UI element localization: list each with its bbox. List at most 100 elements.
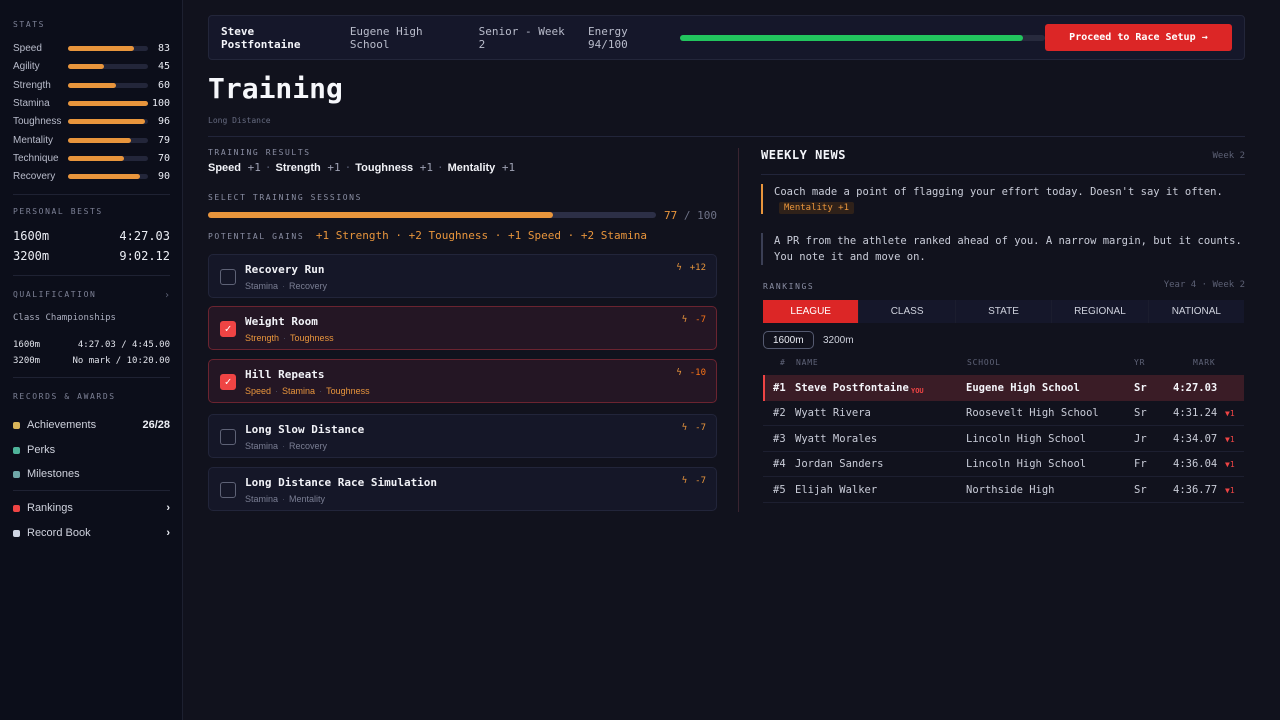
stat-row-recovery: Recovery 90 (13, 169, 170, 183)
column-header-school: SCHOOL (967, 358, 1001, 367)
gain-separator: · (494, 229, 508, 242)
header-divider (208, 136, 1245, 137)
gain-separator: · (567, 229, 581, 242)
stat-name: Toughness (13, 115, 62, 127)
table-row[interactable]: #5 Elijah Walker Northside High Sr 4:36.77 ▼1 (763, 477, 1244, 503)
sidebar-divider (13, 490, 170, 491)
tag-separator: · (283, 333, 287, 343)
rank-number: #3 (773, 433, 786, 445)
stat-value: 60 (157, 79, 170, 91)
session-tags: Speed · Stamina · Toughness (245, 386, 370, 396)
session-checkbox[interactable] (220, 482, 236, 498)
tab-class[interactable]: CLASS (859, 300, 955, 323)
tab-league[interactable]: LEAGUE (763, 300, 859, 323)
column-header-name: NAME (796, 358, 819, 367)
bolt-icon: ϟ (681, 423, 688, 433)
sidebar-item-milestones[interactable]: Milestones (13, 466, 170, 482)
qualification-header[interactable]: QUALIFICATION › (13, 290, 170, 301)
session-checkbox[interactable] (220, 269, 236, 285)
session-card[interactable]: Recovery Run Stamina · Recovery ϟ +12 (208, 254, 717, 298)
rankings-icon (13, 504, 20, 512)
session-checkbox[interactable]: ✓ (220, 321, 236, 337)
qualification-heading: QUALIFICATION (13, 290, 97, 299)
sidebar: STATS Speed 83 Agility 45 Strength 60 Stamina 1… (0, 0, 183, 720)
sidebar-item-achievements[interactable]: Achievements 26/28 (13, 417, 170, 433)
stat-bar (68, 63, 148, 69)
qualification-event: Class Championships (13, 313, 116, 323)
session-cost: ϟ -7 (682, 476, 706, 486)
weekly-news-title: WEEKLY NEWS (761, 148, 846, 162)
athlete-name: Jordan Sanders (795, 458, 884, 470)
pb-row-1600: 1600m 4:27.03 (13, 229, 170, 243)
sidebar-item-label: Achievements (27, 419, 97, 431)
session-cost: ϟ -10 (676, 368, 706, 378)
table-row[interactable]: #1 Steve Postfontaine YOU Eugene High Schoo… (763, 375, 1244, 401)
rankings-heading: RANKINGS (763, 282, 815, 291)
qual-event: 1600m (13, 340, 41, 350)
session-checkbox[interactable] (220, 429, 236, 445)
stat-bar-fill (68, 45, 135, 51)
sidebar-item-record-book[interactable]: Record Book › (13, 525, 170, 541)
session-tag: Stamina (282, 386, 316, 396)
sidebar-item-label: Rankings (27, 502, 73, 514)
pb-row-3200: 3200m 9:02.12 (13, 249, 170, 263)
stat-bar-fill (68, 82, 116, 88)
stat-row-agility: Agility 45 (13, 59, 170, 73)
potential-gain: +1 Speed (507, 229, 561, 242)
athlete-name: Elijah Walker (795, 484, 878, 496)
bolt-icon: ϟ (681, 476, 688, 486)
stat-bar (68, 137, 148, 143)
session-card[interactable]: Long Slow Distance Stamina · Recovery ϟ -7 (208, 414, 717, 458)
sidebar-item-perks[interactable]: Perks (13, 442, 170, 458)
you-badge: YOU (911, 387, 924, 395)
tab-national[interactable]: NATIONAL (1148, 300, 1245, 323)
news-text: Coach made a point of flagging your effo… (774, 186, 1223, 198)
athlete-mark: 4:31.24 (1173, 407, 1218, 419)
athlete-school: Lincoln High School (966, 458, 1087, 470)
session-card[interactable]: Long Distance Race Simulation Stamina · Men… (208, 467, 717, 511)
stat-name: Recovery (13, 170, 56, 182)
separator: · (264, 161, 272, 174)
qual-mark: 4:27.03 / 4:45.00 (77, 340, 170, 350)
athlete-name: Steve Postfontaine (221, 24, 301, 51)
sidebar-item-rankings[interactable]: Rankings › (13, 500, 170, 516)
tab-state[interactable]: STATE (955, 300, 1052, 323)
stat-row-mentality: Mentality 79 (13, 133, 170, 147)
stat-bar (68, 118, 148, 124)
session-title: Recovery Run (245, 263, 325, 276)
stat-name: Stamina (13, 97, 50, 109)
session-checkbox[interactable]: ✓ (220, 374, 236, 390)
column-divider (738, 148, 739, 512)
athlete-name: Steve Postfontaine (795, 382, 909, 394)
result-delta: +1 (247, 161, 261, 174)
table-row[interactable]: #2 Wyatt Rivera Roosevelt High School Sr 4:3… (763, 400, 1244, 426)
personal-bests-heading: PERSONAL BESTS (13, 207, 103, 216)
stat-row-strength: Strength 60 (13, 78, 170, 92)
tab-regional[interactable]: REGIONAL (1052, 300, 1148, 323)
distance-pill-1600m[interactable]: 1600m (763, 331, 814, 349)
session-card[interactable]: ✓ Hill Repeats Speed · Stamina · Toughness ϟ -10 (208, 359, 717, 403)
distance-pill-3200m[interactable]: 3200m (814, 331, 863, 349)
session-cost-value: -7 (695, 423, 706, 433)
table-row[interactable]: #4 Jordan Sanders Lincoln High School Fr 4:3… (763, 451, 1244, 477)
sidebar-item-label: Perks (27, 444, 56, 456)
sidebar-divider (13, 377, 170, 378)
stat-bar-fill (68, 137, 132, 143)
session-card[interactable]: ✓ Weight Room Strength · Toughness ϟ -7 (208, 306, 717, 350)
milestones-icon (13, 470, 20, 478)
table-row[interactable]: #3 Wyatt Morales Lincoln High School Jr 4:34… (763, 426, 1244, 452)
check-icon: ✓ (224, 375, 232, 388)
stat-bar (68, 45, 148, 51)
athlete-year: Fr (1134, 458, 1147, 470)
stat-bar-fill (68, 63, 104, 69)
rank-trend-down-icon: ▼1 (1225, 460, 1235, 469)
session-budget-fill (208, 212, 553, 218)
page-subtitle: Long Distance (208, 116, 271, 125)
session-cost: ϟ -7 (682, 423, 706, 433)
athlete-year: Jr (1134, 433, 1147, 445)
stat-value: 79 (157, 134, 170, 146)
proceed-to-race-setup-button[interactable]: Proceed to Race Setup → (1044, 24, 1232, 51)
perks-icon (13, 446, 20, 454)
news-item: Coach made a point of flagging your effo… (761, 184, 1245, 214)
rankings-period: Year 4 · Week 2 (1163, 280, 1245, 290)
